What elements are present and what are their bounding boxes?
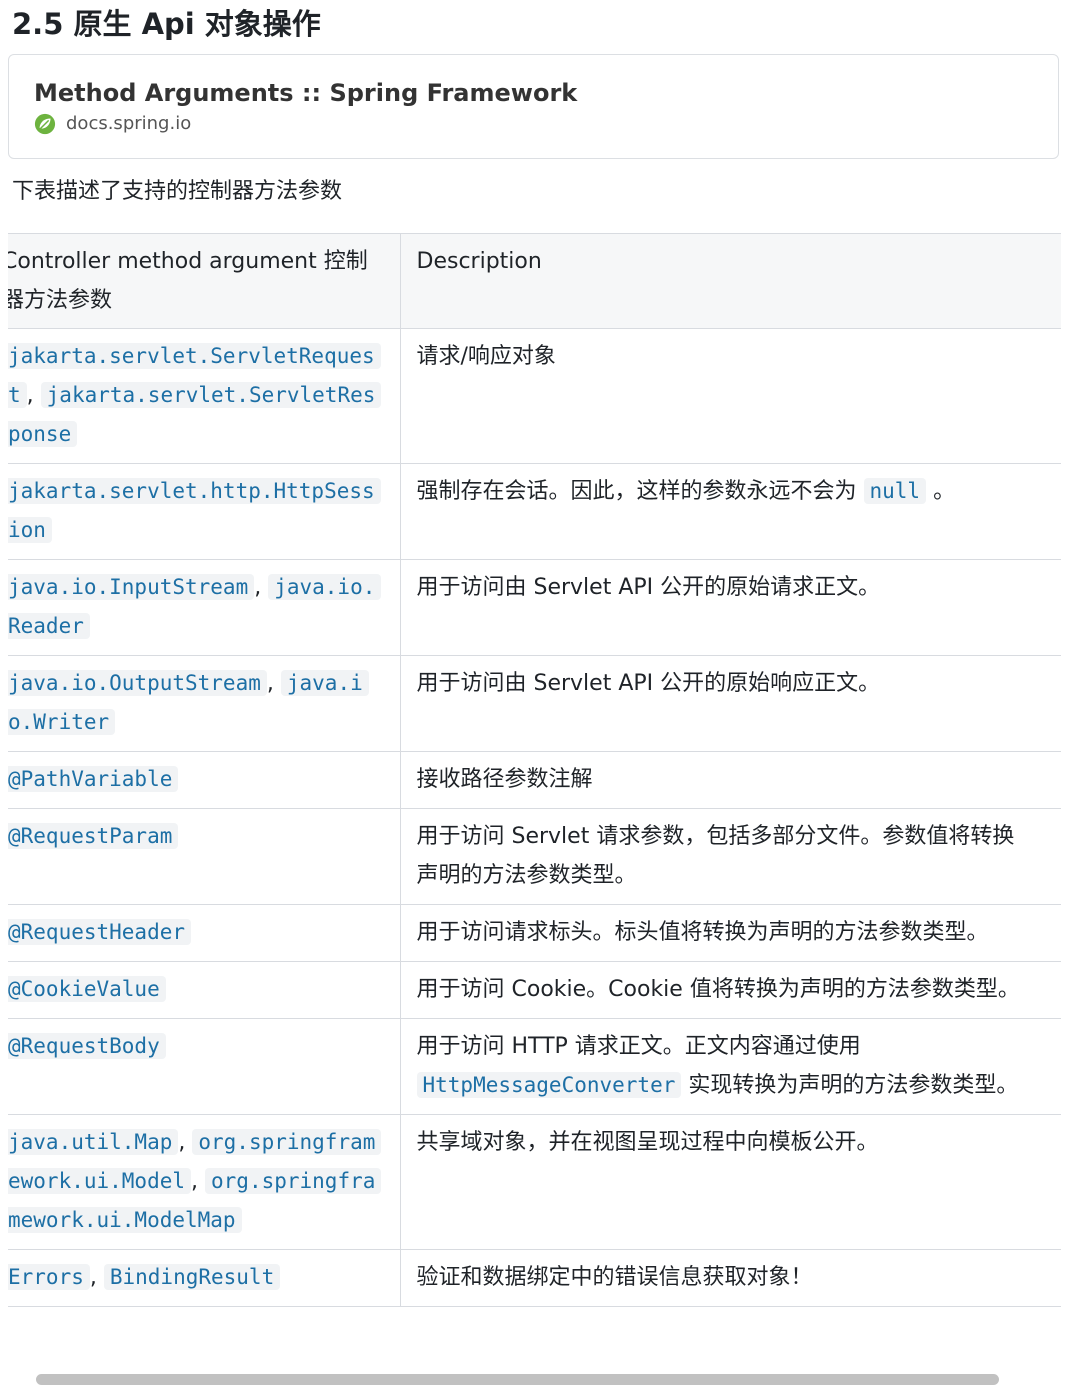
description-fragment: 共享域对象，并在视图呈现过程中向模板公开。 — [416, 1130, 879, 1155]
table-row: java.io.OutputStream, java.io.Writer 用于访问… — [8, 655, 1062, 752]
description-cell: 强制存在会话。因此，这样的参数永远不会为 null 。 — [400, 463, 1062, 560]
argument-cell: jakarta.servlet.http.HttpSession — [8, 463, 401, 560]
description-fragment: 用于访问 HTTP 请求正文。正文内容通过使用 — [416, 1034, 861, 1059]
table-row: @RequestBody 用于访问 HTTP 请求正文。正文内容通过使用 HttpM… — [8, 1018, 1062, 1115]
argument-cell: @RequestBody — [8, 1018, 401, 1115]
argument-separator: , — [254, 575, 269, 600]
argument-separator: , — [266, 671, 281, 696]
argument-code: Errors — [8, 1264, 90, 1290]
description-text: 用于访问 HTTP 请求正文。正文内容通过使用 HttpMessageConver… — [416, 1027, 1062, 1105]
description-fragment: 用于访问 Cookie。Cookie 值将转换为声明的方法参数类型。 — [416, 977, 1020, 1002]
table-row: @RequestParam 用于访问 Servlet 请求参数，包括多部分文件。参… — [8, 808, 1062, 905]
argument-cell: jakarta.servlet.ServletRequest, jakarta.… — [8, 328, 401, 464]
description-fragment: 用于访问 Servlet 请求参数，包括多部分文件。参数值将转换 — [416, 824, 1015, 849]
table-row: @CookieValue 用于访问 Cookie。Cookie 值将转换为声明的方… — [8, 961, 1062, 1019]
description-text: 强制存在会话。因此，这样的参数永远不会为 null 。 — [417, 472, 1062, 511]
arguments-table-container: Controller method argument 控制器方法参数 Descr… — [8, 233, 1061, 1361]
link-preview-card[interactable]: Method Arguments :: Spring Framework doc… — [8, 54, 1059, 159]
description-text: 用于访问 Servlet 请求参数，包括多部分文件。参数值将转换 声明的方法参数类… — [417, 817, 1062, 895]
description-cell: 验证和数据绑定中的错误信息获取对象！ — [400, 1249, 1062, 1307]
argument-separator: , — [26, 383, 41, 408]
argument-cell: @RequestParam — [8, 808, 401, 905]
argument-separator: , — [178, 1130, 193, 1155]
argument-cell: @CookieValue — [8, 961, 401, 1019]
description-fragment: 用于访问由 Servlet API 公开的原始请求正文。 — [416, 575, 881, 600]
description-fragment: 声明的方法参数类型。 — [416, 863, 637, 888]
table-row: Errors, BindingResult 验证和数据绑定中的错误信息获取对象！ — [8, 1249, 1062, 1307]
argument-code: java.util.Map — [8, 1129, 179, 1155]
description-fragment: 。 — [926, 479, 956, 504]
table-header-description: Description — [400, 233, 1061, 329]
description-cell: 用于访问 Cookie。Cookie 值将转换为声明的方法参数类型。 — [400, 961, 1062, 1019]
argument-code: @RequestBody — [8, 1033, 166, 1059]
argument-code: jakarta.servlet.ServletResponse — [8, 382, 382, 447]
link-card-domain: docs.spring.io — [66, 113, 192, 134]
argument-code: jakarta.servlet.http.HttpSession — [8, 478, 381, 543]
argument-separator: , — [191, 1169, 206, 1194]
description-text: 请求/响应对象 — [417, 337, 1062, 376]
section-heading: 2.5 原生 Api 对象操作 — [12, 7, 321, 41]
argument-code: BindingResult — [103, 1264, 281, 1290]
link-card-source: docs.spring.io — [34, 111, 191, 137]
description-fragment: 请求/响应对象 — [416, 344, 556, 369]
description-cell: 用于访问 HTTP 请求正文。正文内容通过使用 HttpMessageConver… — [400, 1018, 1062, 1115]
argument-code: java.io.InputStream — [8, 574, 255, 600]
intro-text: 下表描述了支持的控制器方法参数 — [12, 179, 343, 204]
argument-cell: @PathVariable — [8, 751, 401, 809]
arguments-table: Controller method argument 控制器方法参数 Descr… — [8, 233, 1061, 1307]
description-fragment: 用于访问请求标头。标头值将转换为声明的方法参数类型。 — [416, 920, 989, 945]
argument-cell: java.io.OutputStream, java.io.Writer — [8, 655, 401, 752]
table-header-argument: Controller method argument 控制器方法参数 — [8, 233, 401, 329]
inline-code: HttpMessageConverter — [416, 1072, 682, 1098]
table-row: java.io.InputStream, java.io.Reader 用于访问… — [8, 559, 1062, 656]
description-text: 验证和数据绑定中的错误信息获取对象！ — [417, 1258, 1062, 1297]
description-cell: 用于访问 Servlet 请求参数，包括多部分文件。参数值将转换 声明的方法参数类… — [400, 808, 1062, 905]
description-fragment: 接收路径参数注解 — [416, 767, 593, 792]
inline-code: null — [863, 478, 927, 504]
table-row: jakarta.servlet.ServletRequest, jakarta.… — [8, 328, 1062, 464]
description-text: 用于访问请求标头。标头值将转换为声明的方法参数类型。 — [417, 913, 1062, 952]
table-row: @PathVariable 接收路径参数注解 — [8, 751, 1062, 809]
link-card-title[interactable]: Method Arguments :: Spring Framework — [34, 75, 577, 111]
table-row: @RequestHeader 用于访问请求标头。标头值将转换为声明的方法参数类型。 — [8, 904, 1062, 962]
argument-code: @PathVariable — [8, 766, 179, 792]
table-row: jakarta.servlet.http.HttpSession 强制存在会话。因… — [8, 463, 1062, 560]
description-cell: 用于访问请求标头。标头值将转换为声明的方法参数类型。 — [400, 904, 1062, 962]
horizontal-scrollbar[interactable] — [0, 1370, 1072, 1392]
spring-leaf-icon — [34, 113, 56, 135]
table-header-row: Controller method argument 控制器方法参数 Descr… — [8, 233, 1061, 329]
argument-cell: java.util.Map, org.springframework.ui.Mo… — [8, 1114, 401, 1250]
table-row: java.util.Map, org.springframework.ui.Mo… — [8, 1114, 1062, 1250]
argument-code: @CookieValue — [8, 976, 166, 1002]
scrollbar-thumb[interactable] — [36, 1374, 999, 1385]
argument-cell: Errors, BindingResult — [8, 1249, 401, 1307]
argument-separator: , — [89, 1265, 104, 1290]
description-fragment: 用于访问由 Servlet API 公开的原始响应正文。 — [416, 671, 881, 696]
argument-cell: @RequestHeader — [8, 904, 401, 962]
argument-cell: java.io.InputStream, java.io.Reader — [8, 559, 401, 656]
description-text: 共享域对象，并在视图呈现过程中向模板公开。 — [417, 1123, 1062, 1162]
description-fragment: 强制存在会话。因此，这样的参数永远不会为 — [416, 479, 864, 504]
argument-code: @RequestHeader — [8, 919, 192, 945]
description-text: 用于访问 Cookie。Cookie 值将转换为声明的方法参数类型。 — [417, 970, 1062, 1009]
argument-code: java.io.OutputStream — [8, 670, 267, 696]
description-cell: 用于访问由 Servlet API 公开的原始请求正文。 — [400, 559, 1062, 656]
description-text: 用于访问由 Servlet API 公开的原始请求正文。 — [417, 568, 1062, 607]
description-cell: 用于访问由 Servlet API 公开的原始响应正文。 — [400, 655, 1062, 752]
description-cell: 接收路径参数注解 — [400, 751, 1062, 809]
description-cell: 共享域对象，并在视图呈现过程中向模板公开。 — [400, 1114, 1062, 1250]
description-text: 用于访问由 Servlet API 公开的原始响应正文。 — [417, 664, 1062, 703]
description-fragment: 验证和数据绑定中的错误信息获取对象！ — [416, 1265, 813, 1290]
argument-code: @RequestParam — [8, 823, 179, 849]
description-cell: 请求/响应对象 — [400, 328, 1062, 464]
description-text: 接收路径参数注解 — [417, 760, 1062, 799]
description-fragment: 实现转换为声明的方法参数类型。 — [681, 1073, 1019, 1098]
